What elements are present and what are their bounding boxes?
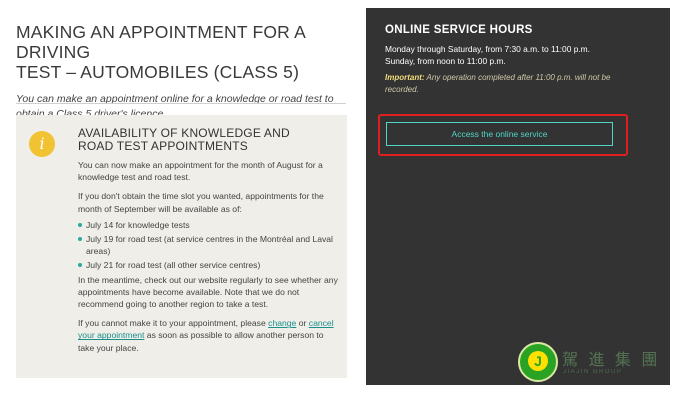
- access-online-service-button[interactable]: Access the online service: [386, 122, 613, 146]
- important-label: Important:: [385, 73, 425, 82]
- divider: [16, 103, 346, 104]
- p4-text: If you cannot make it to your appointmen…: [78, 318, 269, 329]
- page-title-line1: MAKING AN APPOINTMENT FOR A DRIVING: [16, 22, 306, 62]
- list-item: July 21 for road test (all other service…: [78, 259, 340, 271]
- watermark-logo: J: [518, 342, 558, 382]
- availability-notice: i AVAILABILITY OF KNOWLEDGE AND ROAD TES…: [16, 115, 347, 378]
- logo-icon: J: [528, 351, 548, 371]
- page-title: MAKING AN APPOINTMENT FOR A DRIVING TEST…: [16, 22, 348, 82]
- info-icon: i: [29, 131, 55, 157]
- date-list: July 14 for knowledge tests July 19 for …: [78, 219, 340, 272]
- hours-weekdays: Monday through Saturday, from 7:30 a.m. …: [385, 44, 590, 54]
- watermark-subtext: JIAJIN GROUP: [563, 369, 623, 375]
- notice-paragraph-4: If you cannot make it to your appointmen…: [78, 317, 340, 354]
- important-note: Important: Any operation completed after…: [385, 72, 635, 96]
- hours-sunday: Sunday, from noon to 11:00 p.m.: [385, 56, 506, 66]
- list-item: July 14 for knowledge tests: [78, 219, 340, 231]
- notice-paragraph-1: You can now make an appointment for the …: [78, 160, 323, 183]
- notice-body: You can now make an appointment for the …: [78, 159, 340, 361]
- main-content: MAKING AN APPOINTMENT FOR A DRIVING TEST…: [16, 22, 348, 122]
- notice-title: AVAILABILITY OF KNOWLEDGE AND ROAD TEST …: [78, 126, 290, 153]
- p4-or: or: [296, 318, 309, 329]
- notice-paragraph-2: If you don't obtain the time slot you wa…: [78, 191, 324, 214]
- online-service-panel: ONLINE SERVICE HOURS Monday through Satu…: [366, 8, 670, 385]
- list-item: July 19 for road test (at service centre…: [78, 233, 340, 257]
- watermark-text: 駕 進 集 團: [562, 352, 661, 369]
- notice-paragraph-3: In the meantime, check out our website r…: [78, 274, 338, 310]
- page-title-line2: TEST – AUTOMOBILES (CLASS 5): [16, 62, 300, 82]
- service-hours-title: ONLINE SERVICE HOURS: [385, 24, 533, 36]
- change-appointment-link[interactable]: change: [268, 318, 296, 328]
